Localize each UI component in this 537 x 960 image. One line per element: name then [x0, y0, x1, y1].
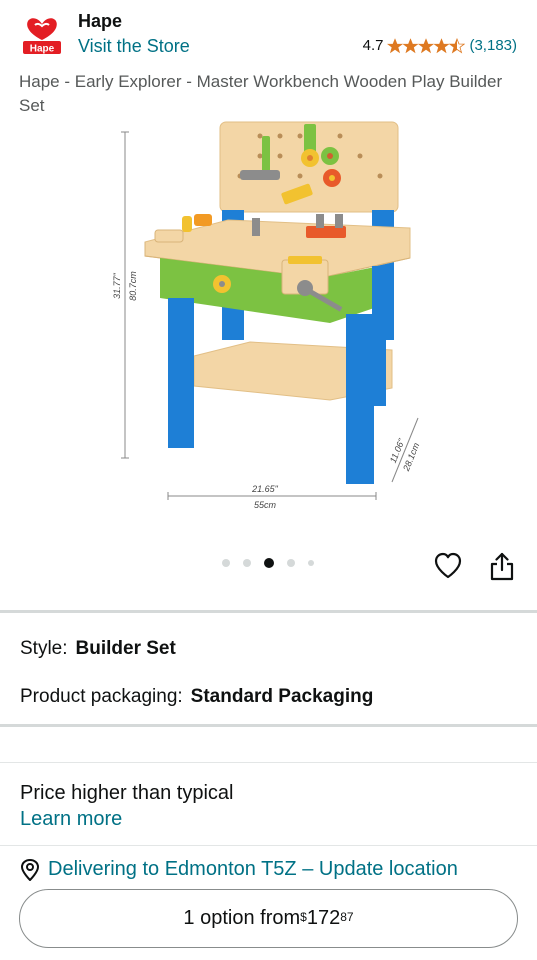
learn-more-link[interactable]: Learn more	[20, 808, 122, 831]
store-header: Hape Hape Visit the Store 4.7 (3,183)	[0, 0, 537, 66]
svg-text:Hape: Hape	[30, 44, 55, 55]
share-icon[interactable]	[489, 551, 515, 581]
style-label: Style:	[20, 638, 68, 659]
packaging-value: Standard Packaging	[190, 686, 374, 707]
carousel-dot-active[interactable]	[264, 558, 274, 568]
packaging-row[interactable]: Product packaging: Standard Packaging	[20, 686, 373, 708]
carousel-dot[interactable]	[287, 559, 295, 567]
svg-text:21.65": 21.65"	[251, 484, 279, 494]
carousel-dot[interactable]	[243, 559, 251, 567]
heart-icon[interactable]	[433, 551, 463, 581]
image-carousel-indicator[interactable]	[222, 558, 314, 568]
buying-options-button[interactable]: 1 option from $172 87	[19, 889, 518, 948]
width-dimension: 21.65" 55cm	[167, 484, 377, 510]
carousel-dot[interactable]	[308, 560, 314, 566]
product-title: Hape - Early Explorer - Master Workbench…	[19, 72, 503, 115]
location-pin-icon	[20, 858, 40, 881]
rating-value: 4.7	[362, 37, 384, 54]
section-divider	[0, 762, 537, 763]
carousel-dot[interactable]	[222, 559, 230, 567]
depth-dimension: 11.06" 28.1cm	[388, 417, 422, 483]
svg-text:55cm: 55cm	[254, 500, 277, 510]
height-dimension: 31.77" 80.7cm	[112, 131, 138, 459]
section-divider	[0, 610, 537, 613]
brand-name: Hape	[78, 11, 123, 31]
price-note: Price higher than typical	[20, 782, 234, 804]
option-prefix: 1 option from	[183, 907, 301, 929]
packaging-label: Product packaging:	[20, 686, 183, 707]
svg-text:80.7cm: 80.7cm	[128, 271, 138, 301]
price-whole: 172	[306, 907, 341, 929]
price-currency: $	[300, 909, 307, 924]
price-fraction: 87	[340, 909, 354, 924]
visit-store-link[interactable]: Visit the Store	[78, 36, 190, 57]
section-divider	[0, 845, 537, 846]
delivery-text: Delivering to Edmonton T5Z – Update loca…	[48, 858, 458, 880]
style-row[interactable]: Style: Builder Set	[20, 638, 176, 660]
product-image[interactable]: 31.77" 80.7cm 21.65" 55cm 11.06" 28.1cm	[110, 118, 430, 518]
hape-logo[interactable]: Hape	[22, 10, 62, 56]
rating-count-link[interactable]: (3,183)	[469, 37, 517, 54]
style-value: Builder Set	[75, 638, 176, 659]
svg-text:31.77": 31.77"	[112, 272, 122, 299]
section-divider	[0, 724, 537, 727]
delivery-location-link[interactable]: Delivering to Edmonton T5Z – Update loca…	[20, 858, 458, 881]
rating-summary[interactable]: 4.7 (3,183)	[363, 37, 517, 54]
star-rating-icon	[387, 38, 466, 54]
